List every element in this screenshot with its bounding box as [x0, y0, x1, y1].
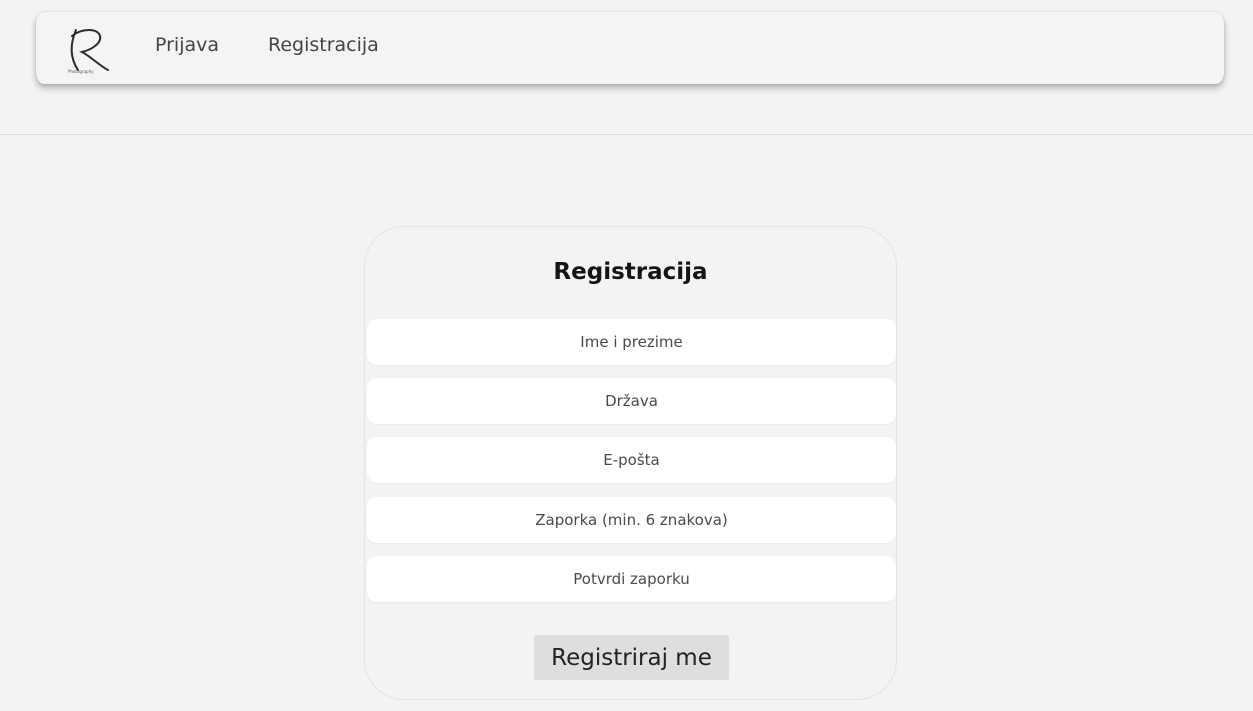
registration-card: Registracija Registriraj me: [364, 226, 897, 700]
nav-link-login[interactable]: Prijava: [155, 34, 219, 56]
logo-text: Photography: [68, 69, 94, 74]
header-divider: [0, 134, 1253, 135]
full-name-field[interactable]: [367, 319, 896, 365]
registration-page: Photography Prijava Registracija Registr…: [0, 0, 1253, 711]
password-field[interactable]: [367, 497, 896, 543]
register-button[interactable]: Registriraj me: [534, 635, 729, 680]
signature-r-logo-icon[interactable]: Photography: [62, 26, 114, 74]
nav-link-register[interactable]: Registracija: [268, 34, 379, 56]
top-navbar: Photography Prijava Registracija: [36, 12, 1224, 84]
country-field[interactable]: [367, 378, 896, 424]
registration-title: Registracija: [553, 259, 708, 285]
email-field[interactable]: [367, 437, 896, 483]
confirm-password-field[interactable]: [367, 556, 896, 602]
